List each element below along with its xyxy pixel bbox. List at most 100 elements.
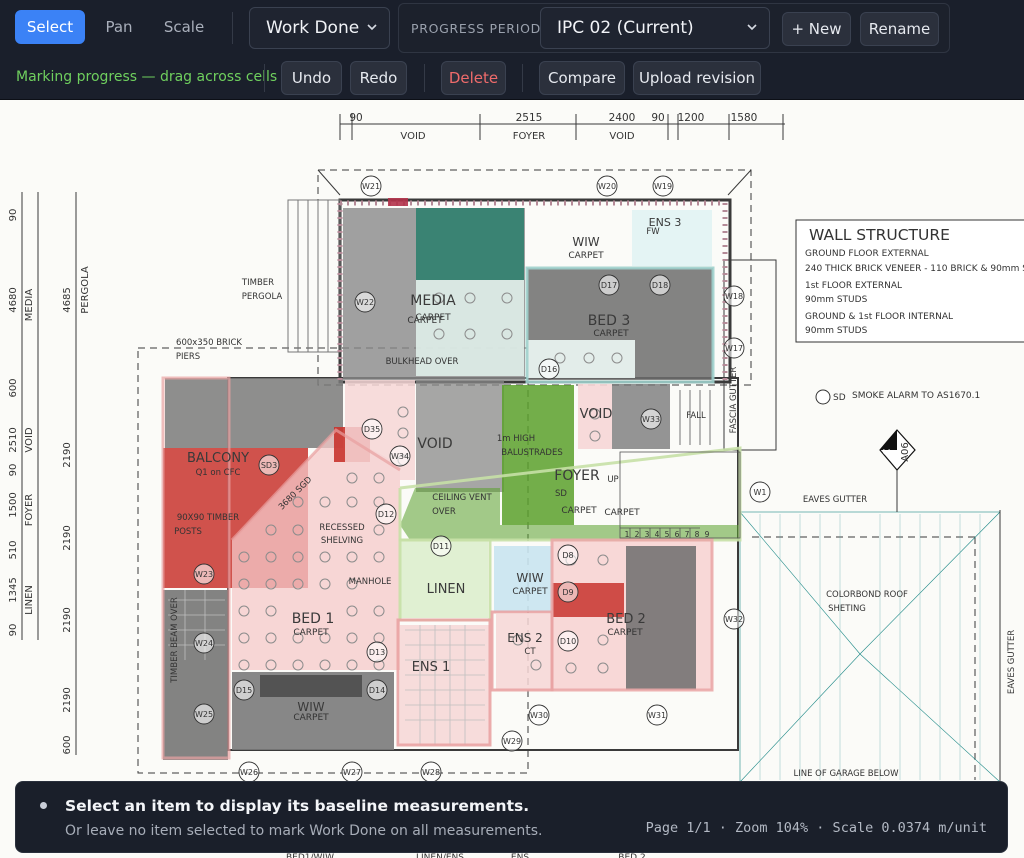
bottom-cut-label: BED 2 [618, 853, 645, 858]
tag-label: W23 [195, 570, 213, 579]
wall-structure-line: 240 THICK BRICK VENEER - 110 BRICK & 90m… [805, 264, 1024, 274]
bottom-cut-label: BED1/WIW [286, 853, 334, 858]
tag-label: D10 [560, 637, 576, 646]
dimension-left: 2190 [62, 607, 73, 632]
dimension-left: 2190 [62, 442, 73, 467]
tag-label: W33 [642, 415, 660, 424]
dimension-label: VOID [24, 427, 35, 452]
balcony-overlay[interactable] [165, 378, 343, 448]
period-select[interactable]: IPC 02 (Current) [540, 7, 770, 49]
plan-note: TIMBER [241, 278, 274, 288]
tag-label: W21 [362, 182, 380, 191]
wall-structure-line: 90mm STUDS [805, 295, 868, 305]
compare-button[interactable]: Compare [539, 61, 625, 95]
select-mode-button[interactable]: Select [15, 10, 85, 44]
room-name: BED 1 [292, 611, 335, 627]
rename-period-button[interactable]: Rename [860, 12, 939, 46]
room-name: WIW [572, 235, 599, 249]
redo-button[interactable]: Redo [350, 61, 407, 95]
plan-note: 600x350 BRICK [176, 338, 242, 348]
tag-label: W22 [356, 298, 374, 307]
room-name: ENS 1 [412, 660, 451, 675]
stair-number: 2 [635, 530, 640, 539]
dimension-left: 90 [8, 209, 19, 222]
chevron-down-icon [747, 24, 757, 31]
plan-note: RECESSED [319, 523, 365, 533]
upload-revision-button[interactable]: Upload revision [633, 61, 761, 95]
undo-button[interactable]: Undo [281, 61, 342, 95]
dimension-label: LINEN [24, 585, 35, 615]
room-name: BED 2 [606, 612, 646, 627]
finish-label: CARPET [593, 329, 629, 339]
plan-note: 90X90 TIMBER [177, 513, 239, 523]
stair-number: 7 [685, 530, 690, 539]
scale-mode-button[interactable]: Scale [152, 10, 216, 44]
tag-label: W24 [195, 639, 213, 648]
section-letter: C [882, 448, 893, 455]
stair-number: 8 [695, 530, 700, 539]
toolbar-divider [232, 12, 233, 44]
dimension-label: FOYER [513, 131, 546, 142]
tag-label: D12 [378, 510, 394, 519]
bottom-cut-label: ENS [511, 853, 529, 858]
plan-note: MANHOLE [349, 577, 392, 587]
dimension-left: 4680 [8, 287, 19, 312]
tag-label: W1 [754, 488, 767, 497]
dimension-label: FOYER [24, 494, 35, 527]
stair-number: 9 [705, 530, 710, 539]
room-name: WIW [297, 700, 324, 714]
tag-label: D15 [236, 686, 252, 695]
plan-note: EAVES GUTTER [803, 495, 867, 505]
pan-mode-button[interactable]: Pan [94, 10, 144, 44]
dimension-left: 2510 [8, 427, 19, 452]
dimension-left: 600 [62, 735, 73, 754]
dimension-top: 90 [349, 112, 362, 124]
dimension-label: MEDIA [24, 289, 35, 322]
view-select-value: Work Done [266, 18, 360, 38]
section-sheet: A06 [900, 442, 911, 462]
finish-label: CARPET [561, 506, 597, 516]
smoke-alarm-code: SD [833, 393, 846, 403]
finish-label: CARPET [604, 508, 640, 518]
wall-structure-line: GROUND & 1st FLOOR INTERNAL [805, 312, 953, 322]
tag-label: D9 [562, 588, 573, 597]
tag-label: D11 [433, 542, 449, 551]
dimension-left: 600 [8, 378, 19, 397]
view-select[interactable]: Work Done [249, 7, 390, 49]
dimension-left: 2190 [62, 525, 73, 550]
stair-number: 1 [625, 530, 630, 539]
dimension-label: VOID [609, 131, 634, 142]
dimension-top: 2515 [516, 112, 543, 124]
plan-note: BULKHEAD OVER [386, 357, 459, 367]
tag-label: D17 [601, 281, 617, 290]
plan-note: BALUSTRADES [501, 448, 562, 458]
tag-label: D13 [369, 648, 385, 657]
tag-label: D16 [541, 365, 557, 374]
plan-note: SHETING [828, 604, 866, 614]
dimension-left: 2190 [62, 687, 73, 712]
delete-button[interactable]: Delete [441, 61, 506, 95]
dimension-top: 1200 [678, 112, 705, 124]
finish-label: CARPET [512, 587, 548, 597]
info-subtitle: Or leave no item selected to mark Work D… [65, 823, 543, 839]
dimension-left: 4685 [62, 287, 73, 312]
drawing-canvas[interactable]: 90 2515 2400 90 1200 1580 VOID FOYER VOID 90 4680 6… [0, 100, 1024, 858]
tag-label: W31 [648, 711, 666, 720]
dimension-left: 510 [8, 540, 19, 559]
tag-label: W29 [503, 737, 521, 746]
wall-structure-line: GROUND FLOOR EXTERNAL [805, 249, 929, 259]
bottom-cut-label: LINEN/ENS [416, 853, 464, 858]
tag-label: D18 [652, 281, 668, 290]
tag-label: W20 [598, 182, 616, 191]
toolbar-divider [264, 64, 265, 92]
plan-note: OVER [432, 507, 456, 517]
floor-plan[interactable]: 90 2515 2400 90 1200 1580 VOID FOYER VOID 90 4680 6… [0, 100, 1024, 858]
plan-note: TIMBER BEAM OVER [170, 597, 180, 684]
media-room-done[interactable] [416, 208, 524, 280]
plan-note: LINE OF GARAGE BELOW [794, 769, 900, 779]
stair-number: 4 [655, 530, 660, 539]
finish-label: CARPET [293, 628, 329, 638]
ens1-overlay[interactable] [400, 625, 490, 745]
new-period-button[interactable]: + New [782, 12, 851, 46]
progress-period-group: PROGRESS PERIOD IPC 02 (Current) + New R… [398, 3, 950, 53]
